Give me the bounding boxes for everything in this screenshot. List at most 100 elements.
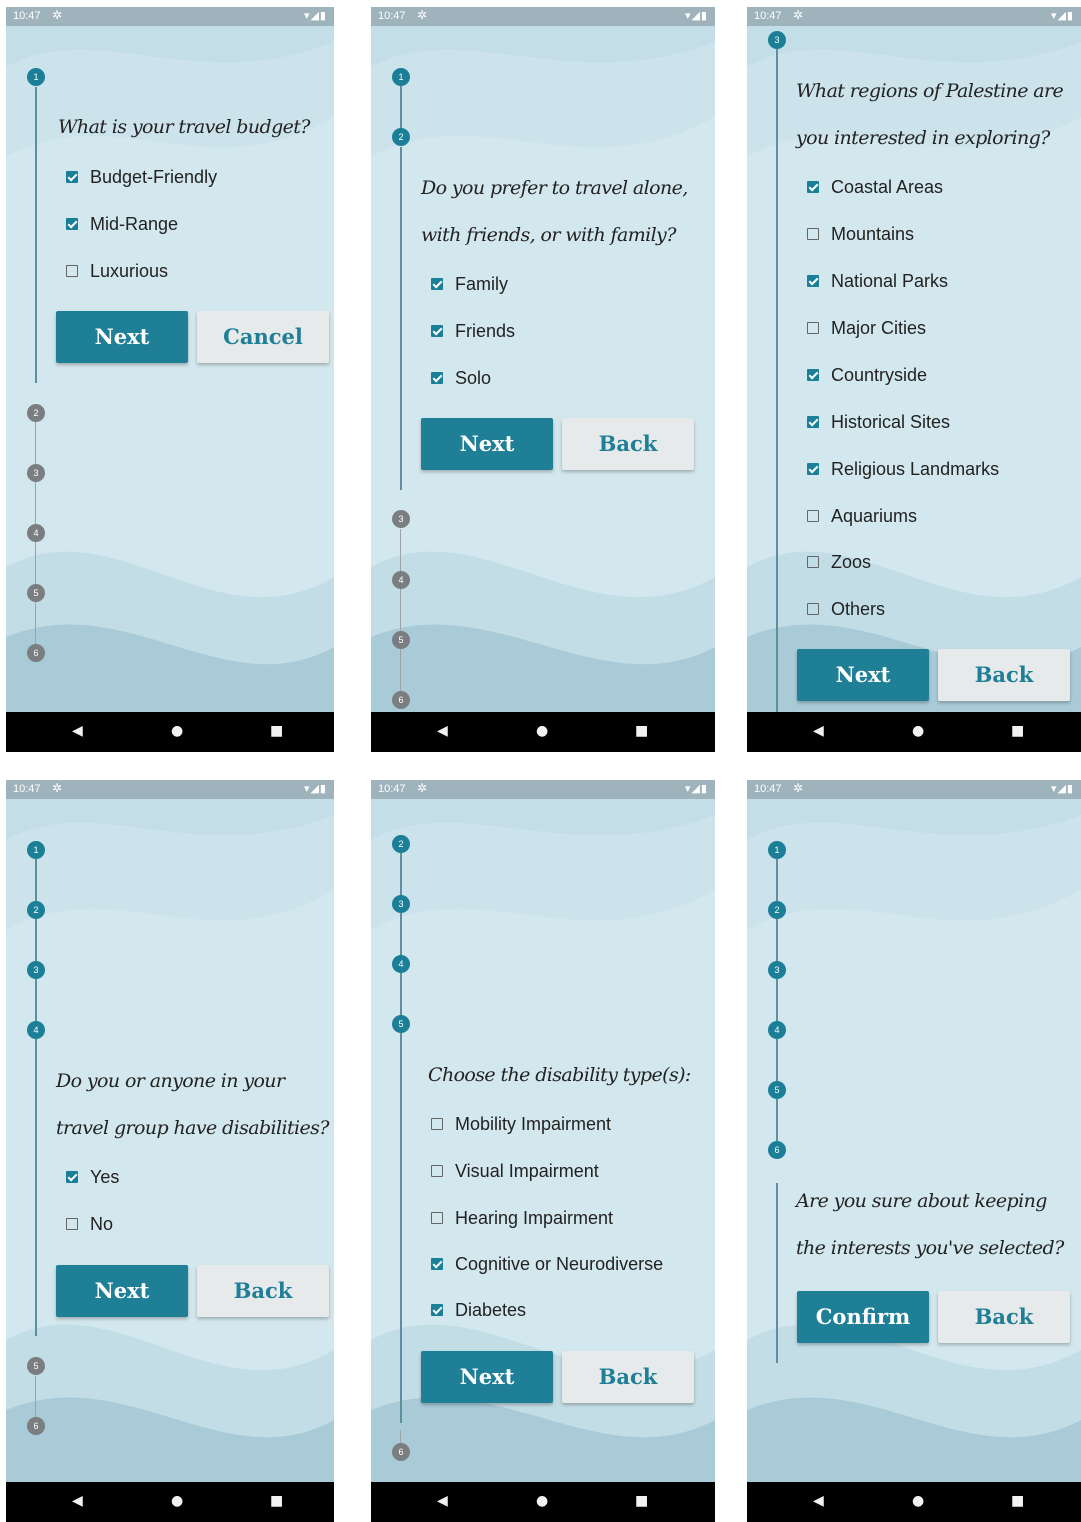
cancel-button[interactable]: Cancel: [197, 311, 329, 363]
next-button[interactable]: Next: [421, 1351, 553, 1403]
checkbox-option[interactable]: Countryside: [807, 363, 927, 387]
step-3-indicator[interactable]: 3: [27, 464, 45, 482]
checkbox-option[interactable]: Mountains: [807, 222, 914, 246]
back-button[interactable]: Back: [562, 418, 694, 470]
home-nav-icon[interactable]: ●: [171, 723, 183, 739]
back-button[interactable]: Back: [197, 1265, 329, 1317]
checkbox-checked[interactable]: [807, 416, 819, 428]
checkbox-option[interactable]: Aquariums: [807, 504, 917, 528]
recents-nav-icon[interactable]: ■: [635, 723, 648, 739]
recents-nav-icon[interactable]: ■: [270, 1493, 283, 1509]
next-button[interactable]: Next: [421, 418, 553, 470]
step-5-indicator[interactable]: 5: [392, 631, 410, 649]
step-4-indicator[interactable]: 4: [392, 571, 410, 589]
step-3-indicator[interactable]: 3: [768, 31, 786, 49]
checkbox-option[interactable]: Mobility Impairment: [431, 1112, 611, 1136]
checkbox-option[interactable]: Family: [431, 272, 508, 296]
step-4-indicator[interactable]: 4: [392, 955, 410, 973]
checkbox-option[interactable]: Historical Sites: [807, 410, 950, 434]
step-5-indicator[interactable]: 5: [27, 584, 45, 602]
checkbox-unchecked[interactable]: [807, 322, 819, 334]
back-nav-icon[interactable]: ◀: [437, 1493, 448, 1509]
step-4-indicator[interactable]: 4: [27, 524, 45, 542]
checkbox-checked[interactable]: [66, 171, 78, 183]
next-button[interactable]: Next: [797, 649, 929, 701]
step-5-indicator[interactable]: 5: [392, 1015, 410, 1033]
checkbox-checked[interactable]: [807, 463, 819, 475]
checkbox-checked[interactable]: [807, 181, 819, 193]
home-nav-icon[interactable]: ●: [536, 723, 548, 739]
checkbox-option[interactable]: Visual Impairment: [431, 1159, 599, 1183]
back-button[interactable]: Back: [562, 1351, 694, 1403]
back-nav-icon[interactable]: ◀: [72, 723, 83, 739]
confirm-button[interactable]: Confirm: [797, 1291, 929, 1343]
home-nav-icon[interactable]: ●: [536, 1493, 548, 1509]
checkbox-unchecked[interactable]: [807, 603, 819, 615]
checkbox-checked[interactable]: [431, 325, 443, 337]
step-6-indicator[interactable]: 6: [27, 1417, 45, 1435]
checkbox-checked[interactable]: [807, 275, 819, 287]
back-nav-icon[interactable]: ◀: [813, 723, 824, 739]
checkbox-option[interactable]: Yes: [66, 1165, 119, 1189]
checkbox-unchecked[interactable]: [807, 510, 819, 522]
recents-nav-icon[interactable]: ■: [635, 1493, 648, 1509]
checkbox-option[interactable]: Diabetes: [431, 1298, 526, 1322]
step-1-indicator[interactable]: 1: [392, 68, 410, 86]
checkbox-unchecked[interactable]: [431, 1212, 443, 1224]
checkbox-unchecked[interactable]: [66, 1218, 78, 1230]
checkbox-option[interactable]: Mid-Range: [66, 212, 178, 236]
step-3-indicator[interactable]: 3: [392, 510, 410, 528]
back-nav-icon[interactable]: ◀: [437, 723, 448, 739]
step-3-indicator[interactable]: 3: [27, 961, 45, 979]
back-nav-icon[interactable]: ◀: [813, 1493, 824, 1509]
checkbox-unchecked[interactable]: [807, 556, 819, 568]
checkbox-unchecked[interactable]: [431, 1118, 443, 1130]
next-button[interactable]: Next: [56, 311, 188, 363]
checkbox-checked[interactable]: [431, 278, 443, 290]
checkbox-option[interactable]: Zoos: [807, 550, 871, 574]
step-3-indicator[interactable]: 3: [768, 961, 786, 979]
back-nav-icon[interactable]: ◀: [72, 1493, 83, 1509]
checkbox-option[interactable]: Religious Landmarks: [807, 457, 999, 481]
step-1-indicator[interactable]: 1: [768, 841, 786, 859]
step-1-indicator[interactable]: 1: [27, 841, 45, 859]
checkbox-option[interactable]: No: [66, 1212, 113, 1236]
checkbox-option[interactable]: Major Cities: [807, 316, 926, 340]
home-nav-icon[interactable]: ●: [912, 1493, 924, 1509]
checkbox-checked[interactable]: [431, 1258, 443, 1270]
home-nav-icon[interactable]: ●: [912, 723, 924, 739]
checkbox-option[interactable]: National Parks: [807, 269, 948, 293]
step-6-indicator[interactable]: 6: [392, 691, 410, 709]
step-6-indicator[interactable]: 6: [768, 1141, 786, 1159]
checkbox-checked[interactable]: [431, 1304, 443, 1316]
checkbox-unchecked[interactable]: [66, 265, 78, 277]
step-2-indicator[interactable]: 2: [27, 404, 45, 422]
checkbox-checked[interactable]: [431, 372, 443, 384]
step-2-indicator[interactable]: 2: [392, 835, 410, 853]
step-6-indicator[interactable]: 6: [392, 1443, 410, 1461]
home-nav-icon[interactable]: ●: [171, 1493, 183, 1509]
step-5-indicator[interactable]: 5: [768, 1081, 786, 1099]
recents-nav-icon[interactable]: ■: [270, 723, 283, 739]
checkbox-option[interactable]: Luxurious: [66, 259, 168, 283]
recents-nav-icon[interactable]: ■: [1011, 1493, 1024, 1509]
checkbox-option[interactable]: Budget-Friendly: [66, 165, 217, 189]
checkbox-option[interactable]: Coastal Areas: [807, 175, 943, 199]
checkbox-option[interactable]: Solo: [431, 366, 491, 390]
step-4-indicator[interactable]: 4: [27, 1021, 45, 1039]
step-2-indicator[interactable]: 2: [27, 901, 45, 919]
checkbox-unchecked[interactable]: [807, 228, 819, 240]
checkbox-option[interactable]: Friends: [431, 319, 515, 343]
checkbox-checked[interactable]: [66, 218, 78, 230]
step-3-indicator[interactable]: 3: [392, 895, 410, 913]
step-4-indicator[interactable]: 4: [768, 1021, 786, 1039]
checkbox-option[interactable]: Cognitive or Neurodiverse: [431, 1252, 663, 1276]
step-1-indicator[interactable]: 1: [27, 68, 45, 86]
step-6-indicator[interactable]: 6: [27, 644, 45, 662]
back-button[interactable]: Back: [938, 1291, 1070, 1343]
checkbox-option[interactable]: Others: [807, 597, 885, 621]
next-button[interactable]: Next: [56, 1265, 188, 1317]
checkbox-option[interactable]: Hearing Impairment: [431, 1206, 613, 1230]
checkbox-unchecked[interactable]: [431, 1165, 443, 1177]
step-2-indicator[interactable]: 2: [768, 901, 786, 919]
